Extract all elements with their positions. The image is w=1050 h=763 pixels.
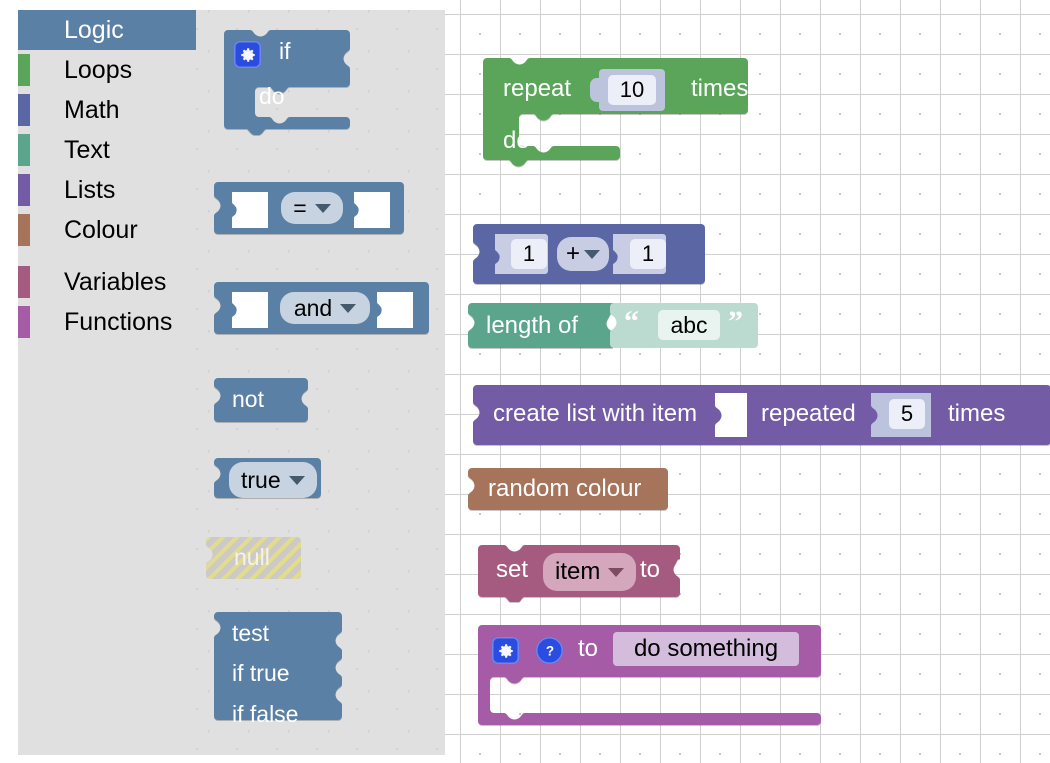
boolean-value: true <box>241 466 281 493</box>
sidebar-item-lists[interactable]: Lists <box>18 170 196 210</box>
flyout-block-controls-if[interactable]: if do <box>224 30 350 140</box>
toolbox-flyout[interactable]: if do = and not true null test if true i… <box>196 10 445 755</box>
workspace-block-repeat[interactable]: repeat 10 times do <box>483 58 748 188</box>
gear-icon[interactable] <box>234 41 261 68</box>
sidebar-item-functions[interactable]: Functions <box>18 302 196 342</box>
category-colour-swatch-logic <box>18 14 30 46</box>
block-label-to: to <box>640 556 661 583</box>
block-label-if-false: if false <box>232 701 299 727</box>
repeat-count-input[interactable]: 10 <box>608 75 656 105</box>
category-colour-swatch-functions <box>18 306 30 338</box>
text-literal-input[interactable]: abc <box>658 310 720 340</box>
workspace-block-text-length[interactable]: length of “ abc ” <box>468 303 758 353</box>
sidebar-item-label: Colour <box>64 216 138 244</box>
question-icon[interactable]: ? <box>536 637 563 664</box>
block-label-if: if <box>279 38 291 64</box>
workspace-block-procedure-def[interactable]: ? to do something <box>478 625 821 730</box>
category-colour-swatch-colour <box>18 214 30 246</box>
block-label-repeat: repeat <box>503 75 572 102</box>
toolbox-separator <box>18 250 196 262</box>
block-label-set: set <box>496 556 529 583</box>
block-label-if-true: if true <box>232 660 290 686</box>
block-label-times: times <box>691 75 749 102</box>
flyout-block-logic-negate[interactable]: not <box>214 378 308 427</box>
sidebar-item-label: Functions <box>64 308 173 336</box>
math-right-operand-input[interactable]: 1 <box>630 239 666 269</box>
workspace-block-colour-random[interactable]: random colour <box>468 468 668 515</box>
chevron-down-icon <box>608 567 625 577</box>
block-label-length-of: length of <box>486 312 579 339</box>
workspace-block-text-literal[interactable]: “ abc ” <box>610 303 758 353</box>
svg-text:?: ? <box>545 643 553 658</box>
workspace-block-lists-repeat[interactable]: create list with item repeated 5 times <box>473 385 1050 450</box>
sidebar-item-label: Text <box>64 136 110 164</box>
sidebar-item-loops[interactable]: Loops <box>18 50 196 90</box>
sidebar-item-label: Math <box>64 96 120 124</box>
workspace-canvas[interactable]: repeat 10 times do 1 + 1 length of “ abc… <box>445 0 1050 763</box>
toolbox-category-list: Logic Loops Math Text Lists Colour Varia… <box>18 10 196 755</box>
block-label-random-colour: random colour <box>488 475 642 502</box>
flyout-block-logic-operation[interactable]: and <box>214 278 429 343</box>
variable-value: item <box>555 558 601 585</box>
list-repeat-count-input[interactable]: 5 <box>889 399 925 429</box>
open-quote-icon: “ <box>624 305 639 338</box>
sidebar-item-text[interactable]: Text <box>18 130 196 170</box>
category-colour-swatch-loops <box>18 54 30 86</box>
sidebar-item-label: Logic <box>64 16 124 44</box>
flyout-block-logic-null[interactable]: null <box>206 537 301 584</box>
boolean-dropdown[interactable]: true <box>229 462 317 498</box>
block-label-repeated: repeated <box>761 400 856 427</box>
block-label-do: do <box>503 127 530 154</box>
procedure-name-input[interactable]: do something <box>613 632 799 666</box>
block-label-do: do <box>259 83 285 109</box>
sidebar-item-math[interactable]: Math <box>18 90 196 130</box>
workspace-block-variables-set[interactable]: set item to <box>478 545 680 607</box>
block-label-null: null <box>234 544 270 570</box>
chevron-down-icon <box>584 249 600 259</box>
category-colour-swatch-lists <box>18 174 30 206</box>
math-operator-dropdown[interactable]: + <box>557 237 609 271</box>
close-quote-icon: ” <box>728 305 743 338</box>
category-colour-swatch-text <box>18 134 30 166</box>
blockly-editor: Logic Loops Math Text Lists Colour Varia… <box>0 0 1050 763</box>
sidebar-item-label: Lists <box>64 176 116 204</box>
chevron-down-icon <box>314 203 331 213</box>
operator-dropdown[interactable]: = <box>281 192 343 224</box>
sidebar-item-label: Variables <box>64 268 167 296</box>
block-label-to: to <box>578 635 599 662</box>
math-operator-value: + <box>565 240 580 267</box>
category-colour-swatch-variables <box>18 266 30 298</box>
flyout-block-logic-boolean[interactable]: true <box>214 458 321 503</box>
operator-value: and <box>293 294 333 321</box>
math-left-operand-input[interactable]: 1 <box>511 239 547 269</box>
operator-value: = <box>293 194 307 221</box>
sidebar-item-colour[interactable]: Colour <box>18 210 196 250</box>
sidebar-item-variables[interactable]: Variables <box>18 262 196 302</box>
operator-dropdown[interactable]: and <box>280 292 370 324</box>
gear-icon[interactable] <box>492 637 519 664</box>
block-label-test: test <box>232 620 270 646</box>
sidebar-item-logic[interactable]: Logic <box>18 10 196 50</box>
block-label-create-list: create list with item <box>493 400 698 427</box>
flyout-block-logic-compare[interactable]: = <box>214 178 404 243</box>
block-label-not: not <box>232 386 264 412</box>
variable-dropdown[interactable]: item <box>543 553 637 591</box>
flyout-block-logic-ternary[interactable]: test if true if false <box>214 612 342 743</box>
workspace-block-math-arithmetic[interactable]: 1 + 1 <box>473 224 705 289</box>
category-colour-swatch-math <box>18 94 30 126</box>
sidebar-item-label: Loops <box>64 56 133 84</box>
chevron-down-icon <box>288 475 305 485</box>
chevron-down-icon <box>340 303 357 313</box>
block-label-times: times <box>948 400 1006 427</box>
socket-notch <box>590 78 602 102</box>
